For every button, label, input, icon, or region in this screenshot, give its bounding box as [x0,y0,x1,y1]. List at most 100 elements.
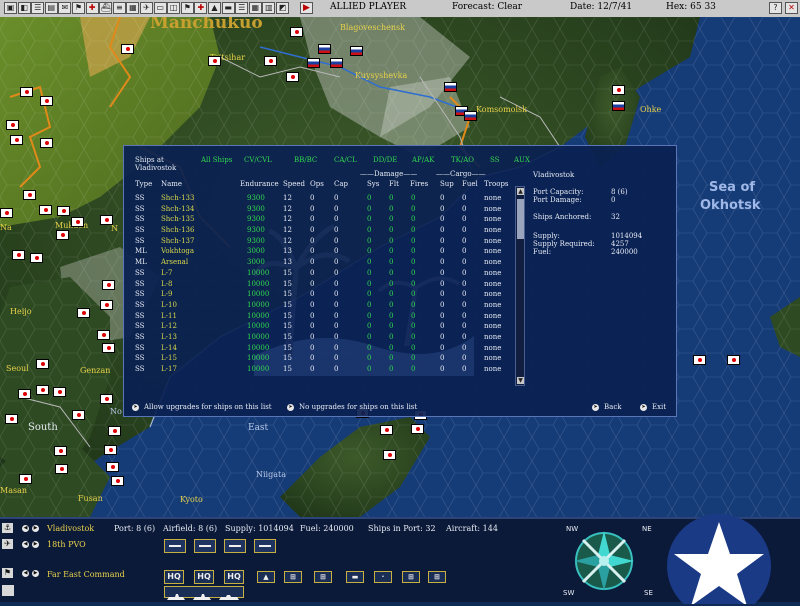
japanese-flag-icon[interactable] [40,138,53,148]
japanese-flag-icon[interactable] [104,445,117,455]
japanese-flag-icon[interactable] [102,343,115,353]
green-flag-icon[interactable]: ⚑ [72,2,85,14]
ship-cell[interactable]: L-7 [161,269,172,277]
filter-ap-ak[interactable]: AP/AK [412,156,434,164]
scroll-up-icon[interactable]: ▲ [517,188,524,195]
ship-row[interactable]: ML Vokhtoga 3000 13 0 0 0 0 0 0 0 none [124,247,524,258]
ship-cell[interactable]: L-17 [161,365,177,373]
ship-row[interactable]: SS Shch-135 9300 12 0 0 0 0 0 0 0 none [124,215,524,226]
compass-rose[interactable] [560,523,660,599]
ship-list-scrollbar[interactable]: ▲ ▼ [515,186,525,386]
japanese-flag-icon[interactable] [286,72,299,82]
filter-ca-cl[interactable]: CA/CL [334,156,357,164]
air-unit-button-3[interactable] [224,539,246,553]
hq-button-3[interactable]: HQ [224,570,244,584]
ship-icon[interactable]: ⛴ [99,2,113,14]
col-endurance[interactable]: Endurance [240,180,279,188]
ship-row[interactable]: SS L-13 10000 15 0 0 0 0 0 0 0 none [124,333,524,344]
col-speed[interactable]: Speed [283,180,305,188]
sub-icon[interactable]: ▭ [153,2,167,14]
bar-icon[interactable]: ▬ [221,2,235,14]
next-unit-icon[interactable]: ▶ [32,541,39,548]
japanese-flag-icon[interactable] [19,474,32,484]
filter-tk-ao[interactable]: TK/AO [451,156,474,164]
japanese-flag-icon[interactable] [111,476,124,486]
grid-icon[interactable]: ▥ [262,2,276,14]
ship-row[interactable]: SS L-9 10000 15 0 0 0 0 0 0 0 none [124,290,524,301]
command-name[interactable]: Far East Command [47,570,125,579]
ship-row[interactable]: SS Shch-134 9300 12 0 0 0 0 0 0 0 none [124,205,524,216]
japanese-flag-icon[interactable] [36,385,49,395]
filter-cv-cvl[interactable]: CV/CVL [244,156,272,164]
japanese-flag-icon[interactable] [411,424,424,434]
next-command-icon[interactable]: ▶ [32,570,39,577]
soviet-flag-icon[interactable] [444,82,457,92]
soviet-flag-icon[interactable] [350,46,363,56]
japanese-flag-icon[interactable] [208,56,221,66]
air-unit-button-2[interactable] [194,539,216,553]
cargo-icon[interactable]: ▦ [126,2,140,14]
ground-unit-button-3[interactable]: ⊞ [314,571,332,583]
japanese-flag-icon[interactable] [57,206,70,216]
ship-cell[interactable]: Shch-133 [161,194,194,202]
prev-command-icon[interactable]: ◀ [22,570,29,577]
compass-sw[interactable]: SW [563,589,574,597]
toggle-icon[interactable] [2,585,14,596]
japanese-flag-icon[interactable] [727,355,740,365]
japanese-flag-icon[interactable] [77,308,90,318]
ship-cell[interactable]: L-13 [161,333,177,341]
ship-cell[interactable]: L-12 [161,322,177,330]
ship-cell[interactable]: L-9 [161,290,172,298]
base-icon[interactable]: ▦ [248,2,262,14]
prev-base-icon[interactable]: ◀ [22,525,29,532]
japanese-flag-icon[interactable] [40,96,53,106]
ship-cell[interactable]: Shch-136 [161,226,194,234]
japanese-flag-icon[interactable] [121,44,134,54]
hq-button-1[interactable]: HQ [164,570,184,584]
japanese-flag-icon[interactable] [6,120,19,130]
ship-row[interactable]: SS L-14 10000 15 0 0 0 0 0 0 0 none [124,344,524,355]
ship-row[interactable]: SS Shch-136 9300 12 0 0 0 0 0 0 0 none [124,226,524,237]
help-icon[interactable]: ? [769,2,782,14]
japanese-flag-icon[interactable] [380,425,393,435]
chart-icon[interactable]: ◩ [276,2,289,14]
compass-ne[interactable]: NE [642,525,652,533]
ship-row[interactable]: SS L-11 10000 15 0 0 0 0 0 0 0 none [124,312,524,323]
col-type[interactable]: Type [135,180,152,188]
soviet-flag-icon[interactable] [330,58,343,68]
ship-row[interactable]: SS L-17 10000 15 0 0 0 0 0 0 0 none [124,365,524,376]
ship-row[interactable]: SS L-10 10000 15 0 0 0 0 0 0 0 none [124,301,524,312]
japanese-flag-icon[interactable] [10,135,23,145]
soviet-flag-icon[interactable] [612,101,625,111]
ground-unit-button-1[interactable]: ▲ [257,571,275,583]
air-unit-button-4[interactable] [254,539,276,553]
japanese-flag-icon[interactable] [36,359,49,369]
ground-unit-button-4[interactable]: ▬ [346,571,364,583]
scroll-thumb[interactable] [517,199,524,239]
ship-row[interactable]: SS Shch-133 9300 12 0 0 0 0 0 0 0 none [124,194,524,205]
japanese-flag-icon[interactable] [72,410,85,420]
info-icon[interactable]: ◧ [17,2,31,14]
flag-icon[interactable]: ⚑ [180,2,194,14]
japanese-flag-icon[interactable] [100,215,113,225]
base-name[interactable]: Vladivostok [47,524,94,533]
col-ops[interactable]: Ops [310,180,324,188]
intel-icon[interactable]: ✉ [58,2,72,14]
close-icon[interactable]: ✕ [785,2,798,14]
japanese-flag-icon[interactable] [264,56,277,66]
japanese-flag-icon[interactable] [20,87,33,97]
tank-icon[interactable]: ▲ [208,2,221,14]
scroll-down-icon[interactable]: ▼ [517,377,524,384]
filter-bb-bc[interactable]: BB/BC [294,156,317,164]
ship-row[interactable]: SS Shch-137 9300 12 0 0 0 0 0 0 0 none [124,237,524,248]
filter-ss[interactable]: SS [490,156,499,164]
ship-cell[interactable]: Arsenal [161,258,188,266]
ship-cell[interactable]: Vokhtoga [161,247,194,255]
ship-cell[interactable]: L-11 [161,312,177,320]
japanese-flag-icon[interactable] [612,85,625,95]
japanese-flag-icon[interactable] [100,394,113,404]
soviet-flag-icon[interactable] [318,44,331,54]
japanese-flag-icon[interactable] [5,414,18,424]
list-icon[interactable]: ≡ [112,2,126,14]
col-cap[interactable]: Cap [334,180,348,188]
